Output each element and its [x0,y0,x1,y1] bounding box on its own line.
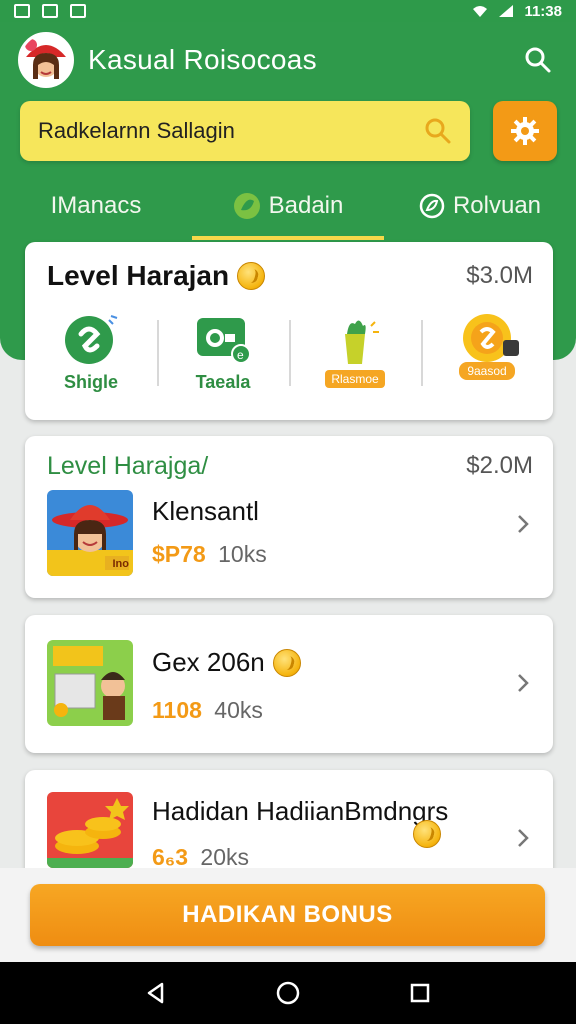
tab-label: Rolvuan [452,192,542,219]
level-title: Level Harajan [47,260,230,291]
thumb-tag: Ino [112,558,130,570]
level-amount: $3.0M [466,262,533,289]
wifi-icon [473,6,488,17]
tab-label: IManacs [50,192,142,219]
search-button[interactable] [518,40,558,80]
level-amount: $2.0M [466,452,533,479]
item-meta: 1108 40ks [152,697,263,724]
status-time: 11:38 [524,2,562,20]
tab-rolvuan[interactable]: Rolvuan [384,172,576,240]
search-icon[interactable] [424,117,452,145]
recents-icon [410,983,430,1003]
notification-icon [42,4,58,18]
coin-icon [272,648,301,677]
chevron-right-icon[interactable] [511,512,535,536]
leaf-icon [233,193,260,219]
item-count: 40ks [214,697,263,723]
category-plant[interactable]: Rlasmoe [289,312,421,402]
item-count: 10ks [218,541,267,567]
item-name: Klensantl [152,496,259,526]
category-coins[interactable]: 9aasod [421,312,553,402]
list-item[interactable]: Level Harajga/ $2.0M Ino Klensantl $P78 … [25,436,553,598]
dollar-circle-icon [65,315,118,364]
chevron-right-icon[interactable] [511,671,535,695]
gear-icon [511,117,539,145]
bonus-button[interactable]: HADIKAN BONUS [30,884,545,946]
category-label: Taeala [195,372,251,392]
category-shigle[interactable]: Shigle [25,312,157,402]
search-box[interactable] [20,101,470,161]
category-tag: Rlasmoe [325,370,385,388]
tab-bar: IManacs Badain Rolvuan [0,172,576,240]
item-name-row: Gex 206n [152,647,301,678]
item-name: Gex 206n [152,647,265,677]
notification-icon [70,4,86,18]
back-icon [147,982,164,1004]
chevron-right-icon[interactable] [511,826,535,850]
svg-text:e: e [237,348,244,362]
item-thumbnail [47,640,133,726]
item-price: 1108 [152,697,202,723]
tab-badain[interactable]: Badain [192,172,384,240]
item-price: $P78 [152,541,206,567]
search-icon [525,47,551,73]
system-nav-bar [0,962,576,1024]
app-title: Kasual Roisocoas [88,44,317,75]
leaf-outline-icon [419,193,445,219]
category-row: Shigle e Taeala Rlasmoe 9aasod [25,312,553,402]
tab-manacs[interactable]: IManacs [0,172,192,240]
item-price: 6₆3 [152,844,189,870]
shop-image [47,640,133,726]
home-button[interactable] [268,973,308,1013]
coin-icon [413,820,441,848]
coin-icon [237,262,266,290]
item-meta: $P78 10ks [152,541,267,568]
level-card: Level Harajan $3.0M Shigle e Taeala Rlas… [25,242,553,420]
settings-button[interactable] [493,101,557,161]
list-item[interactable]: Gex 206n 1108 40ks [25,615,553,753]
item-thumbnail: Ino [47,490,133,576]
category-label: Shigle [63,372,118,392]
app-bar: Kasual Roisocoas [18,30,558,90]
signal-icon [499,5,514,17]
home-icon [276,981,300,1005]
category-tag: 9aasod [459,362,515,380]
item-thumbnail [47,792,133,868]
category-taeala[interactable]: e Taeala [157,312,289,402]
notification-icon [14,4,30,18]
item-name: Hadidan HadiianBmdngrs [152,796,449,826]
avatar[interactable] [18,32,74,88]
tab-label: Badain [268,192,344,219]
coins-image [47,792,133,868]
recents-button[interactable] [400,973,440,1013]
search-input[interactable] [38,118,424,144]
status-bar: 11:38 [0,0,576,22]
avatar-image [21,35,71,85]
ticket-icon: e [197,318,251,364]
item-count: 20ks [200,844,250,870]
back-button[interactable] [136,973,176,1013]
plant-pot-icon [345,320,379,364]
level-label: Level Harajga/ [47,452,209,480]
item-meta: 6₆3 20ks [152,844,249,871]
item-name-row: Hadidan HadiianBmdngrs [152,796,448,827]
